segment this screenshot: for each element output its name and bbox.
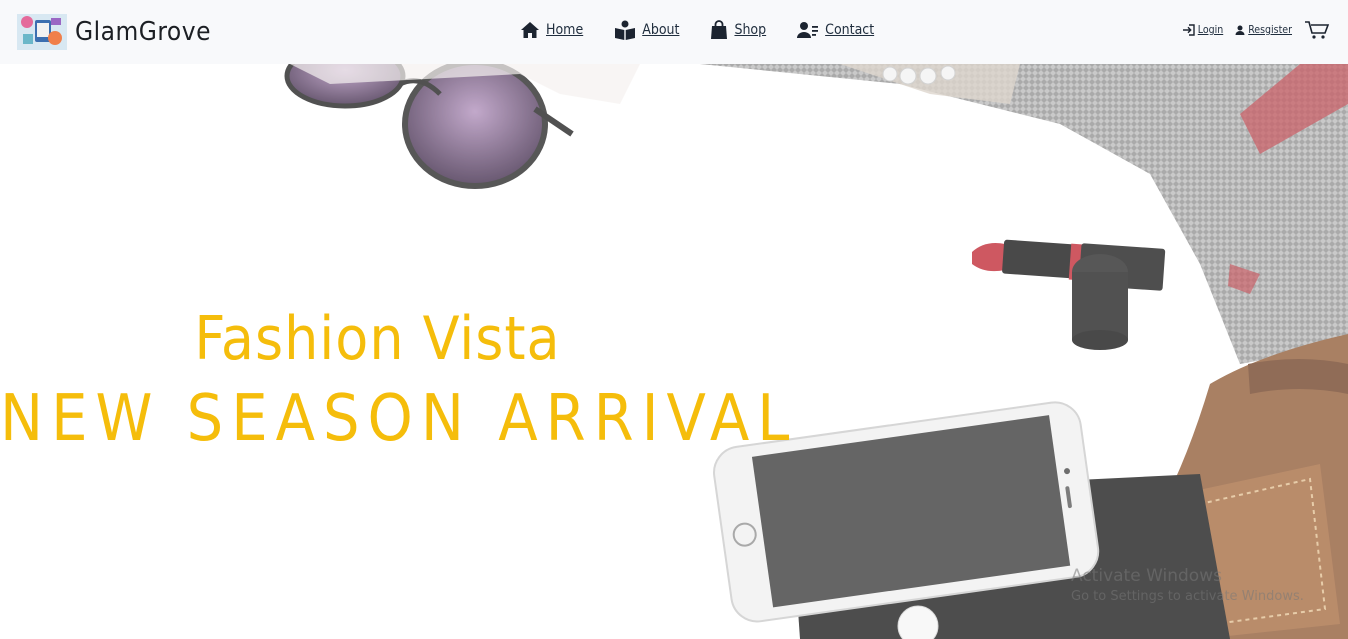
brand[interactable]: GlamGrove	[17, 14, 211, 50]
register-link[interactable]: Resgister	[1235, 24, 1292, 36]
nav-home[interactable]: Home	[520, 21, 583, 39]
hero-subtitle: NEW SEASON ARRIVAL	[0, 382, 798, 456]
nav-contact-label: Contact	[825, 22, 875, 38]
home-icon	[521, 22, 539, 38]
register-label: Resgister	[1248, 24, 1292, 36]
cart-button[interactable]	[1304, 20, 1330, 40]
shopping-logo-icon	[17, 14, 67, 50]
nav-about[interactable]: About	[614, 20, 679, 40]
contact-icon	[797, 22, 819, 38]
cart-icon	[1305, 21, 1330, 39]
login-icon	[1182, 24, 1195, 36]
brand-name: GlamGrove	[75, 17, 211, 47]
nav-shop-label: Shop	[734, 22, 767, 38]
auth-area: Login Resgister	[1170, 20, 1330, 40]
login-label: Login	[1197, 24, 1224, 36]
nav-contact[interactable]: Contact	[797, 21, 874, 39]
hero-title: Fashion Vista	[194, 304, 561, 374]
nav-about-label: About	[642, 22, 680, 38]
nav-shop[interactable]: Shop	[710, 20, 766, 40]
nav-home-label: Home	[546, 22, 584, 38]
main-nav: Home About Shop Contact	[520, 20, 905, 40]
hero-banner: Fashion Vista NEW SEASON ARRIVAL Activat…	[0, 64, 1348, 639]
shopping-bag-icon	[711, 20, 728, 39]
book-reader-icon	[615, 20, 636, 40]
user-icon	[1235, 25, 1245, 35]
navbar: GlamGrove Home About Shop Contact Login …	[0, 0, 1348, 64]
login-link[interactable]: Login	[1182, 24, 1223, 36]
